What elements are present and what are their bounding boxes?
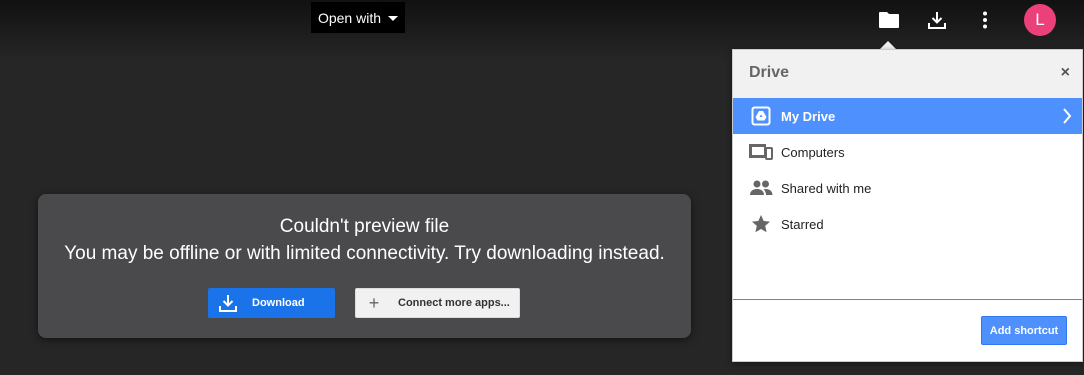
chevron-right-icon xyxy=(1062,107,1072,128)
nav-item-starred[interactable]: Starred xyxy=(733,206,1082,242)
nav-item-label: My Drive xyxy=(781,108,836,124)
error-message: You may be offline or with limited conne… xyxy=(64,243,665,264)
panel-title: Drive xyxy=(749,64,790,81)
avatar-initial: L xyxy=(1035,10,1045,29)
panel-header: Drive × xyxy=(733,50,1082,99)
folder-icon[interactable] xyxy=(875,6,903,34)
connect-label: Connect more apps... xyxy=(398,297,510,309)
shared-icon xyxy=(749,176,773,200)
connect-more-apps-button[interactable]: + Connect more apps... xyxy=(355,288,520,318)
star-icon xyxy=(749,212,773,236)
panel-divider xyxy=(733,299,1082,300)
download-button[interactable]: Download xyxy=(208,288,335,318)
nav-item-label: Starred xyxy=(781,216,824,232)
nav-item-label: Shared with me xyxy=(781,180,872,196)
download-label: Download xyxy=(252,297,305,309)
open-with-button[interactable]: Open with xyxy=(311,2,405,33)
caret-down-icon xyxy=(388,16,399,21)
open-with-label: Open with xyxy=(317,9,382,26)
nav-item-my-drive[interactable]: My Drive xyxy=(733,98,1082,134)
download-icon xyxy=(218,293,238,313)
nav-item-shared-with-me[interactable]: Shared with me xyxy=(733,170,1082,206)
plus-icon: + xyxy=(368,292,380,313)
close-icon[interactable]: × xyxy=(1061,64,1070,82)
add-shortcut-button[interactable]: Add shortcut xyxy=(981,316,1067,345)
preview-error-card: Couldn't preview file You may be offline… xyxy=(38,194,691,338)
drive-nav-list: My Drive Computers Shared with me Starre… xyxy=(733,98,1082,242)
nav-item-computers[interactable]: Computers xyxy=(733,134,1082,170)
my-drive-icon xyxy=(749,104,773,128)
avatar[interactable]: L xyxy=(1024,4,1056,36)
drive-panel: Drive × My Drive Computers Shared with m… xyxy=(732,49,1083,362)
nav-item-label: Computers xyxy=(781,144,845,160)
computers-icon xyxy=(749,140,773,164)
error-title: Couldn't preview file xyxy=(279,216,450,237)
download-icon[interactable] xyxy=(923,6,951,34)
more-options-icon[interactable] xyxy=(971,6,999,34)
